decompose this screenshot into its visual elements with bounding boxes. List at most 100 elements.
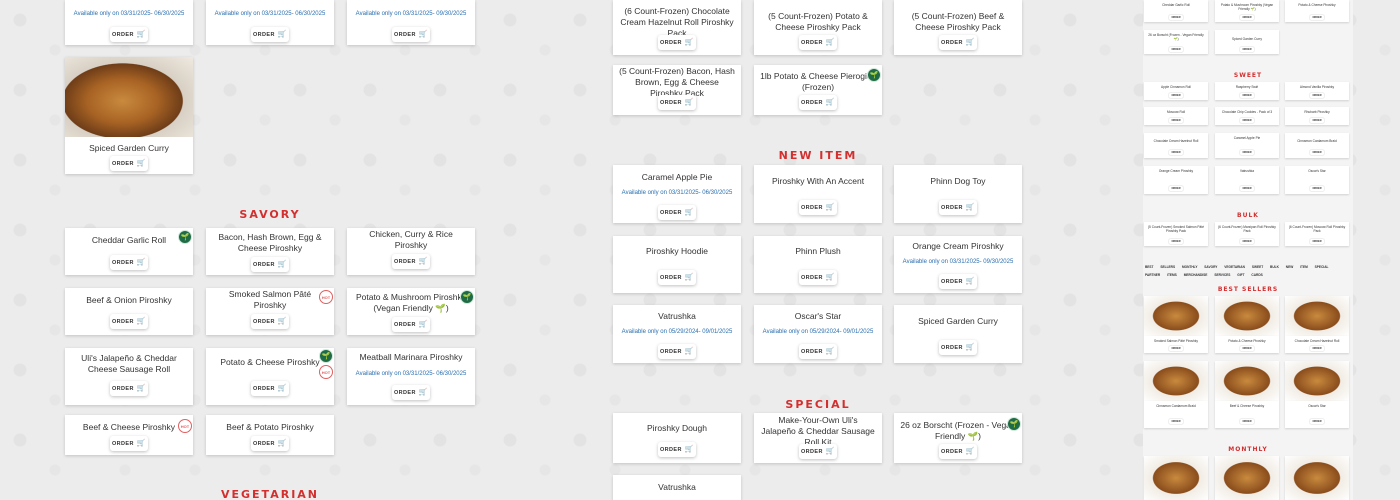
order-button[interactable]: ORDER 🛒 <box>939 444 977 459</box>
product-title[interactable]: Beef & Potato Piroshky <box>212 421 328 433</box>
product-title[interactable]: 26 oz Borscht (Frozen - Vegan Friendly 🌱… <box>900 419 1016 443</box>
product-title[interactable]: Vatrushka <box>619 310 735 322</box>
product-title[interactable]: Beef & Onion Piroshky <box>71 294 187 306</box>
mini-product-card[interactable]: Orange Cream Piroshky ORDER <box>1144 166 1208 194</box>
order-button[interactable]: ORDER 🛒 <box>799 344 837 359</box>
mini-product-card[interactable]: Cinnamon Cardamom Braid ORDER <box>1144 401 1208 428</box>
order-button[interactable]: ORDER 🛒 <box>799 35 837 50</box>
mini-product-card[interactable]: 26 oz Borscht (Frozen - Vegan Friendly 🌱… <box>1144 30 1208 54</box>
mini-product-image[interactable] <box>1144 361 1208 401</box>
order-button[interactable]: ORDER 🛒 <box>658 205 696 220</box>
product-title[interactable]: Oscar's Star <box>760 310 876 322</box>
mini-product-card[interactable]: Chocolate Cream Hazelnut Roll ORDER <box>1144 133 1208 158</box>
order-button[interactable]: ORDER 🛒 <box>110 27 148 42</box>
order-button[interactable]: ORDER 🛒 <box>392 385 430 400</box>
mini-product-card[interactable]: Raspberry Swirl ORDER <box>1215 82 1279 100</box>
mini-product-card[interactable]: Moscow Roll ORDER <box>1144 107 1208 125</box>
mini-product-image[interactable] <box>1144 456 1208 500</box>
product-title[interactable]: (6 Count-Frozen) Chocolate Cream Hazelnu… <box>619 6 735 38</box>
product-title[interactable]: Phinn Plush <box>760 245 876 257</box>
product-title[interactable]: Chicken, Curry & Rice Piroshky <box>353 229 469 250</box>
order-button[interactable]: ORDER 🛒 <box>799 444 837 459</box>
product-title[interactable]: (5 Count-Frozen) Potato & Cheese Piroshk… <box>760 10 876 34</box>
mini-product-card[interactable]: Spiced Garden Curry ORDER <box>1215 30 1279 54</box>
product-title[interactable]: Potato & Mushroom Piroshky (Vegan Friend… <box>353 291 469 315</box>
product-title[interactable]: Piroshky With An Accent <box>760 175 876 187</box>
mini-product-card[interactable]: Almond Vanilla Piroshky ORDER <box>1285 82 1349 100</box>
product-title[interactable]: Piroshky Hoodie <box>619 245 735 257</box>
mini-product-card[interactable]: Chocolate Cream Hazelnut Roll ORDER <box>1285 336 1349 353</box>
mini-product-card[interactable]: Apple Cinnamon Roll ORDER <box>1144 82 1208 100</box>
mini-product-card[interactable]: Smoked Salmon Pâté Piroshky ORDER <box>1144 336 1208 353</box>
order-button[interactable]: ORDER 🛒 <box>658 35 696 50</box>
order-button[interactable]: ORDER 🛒 <box>939 340 977 355</box>
mini-product-image[interactable] <box>1285 361 1349 401</box>
mini-product-card[interactable]: Potato & Cheese Piroshky ORDER <box>1285 0 1349 22</box>
product-title[interactable]: Make-Your-Own Uli's Jalapeño & Cheddar S… <box>760 415 876 447</box>
order-button[interactable]: ORDER 🛒 <box>939 35 977 50</box>
mini-product-image[interactable] <box>1285 456 1349 500</box>
product-title[interactable]: (5 Count-Frozen) Bacon, Hash Brown, Egg … <box>619 66 735 98</box>
order-button[interactable]: ORDER 🛒 <box>110 314 148 329</box>
mini-category-nav[interactable]: BEST SELLERS MONTHLY SAVORY VEGETARIAN S… <box>1145 263 1351 279</box>
product-title[interactable]: Spiced Garden Curry <box>900 315 1016 327</box>
order-button[interactable]: ORDER 🛒 <box>251 257 289 272</box>
product-title[interactable]: (5 Count-Frozen) Beef & Cheese Piroshky … <box>900 10 1016 34</box>
order-button[interactable]: ORDER 🛒 <box>251 314 289 329</box>
product-title[interactable]: Piroshky Dough <box>619 422 735 434</box>
order-button[interactable]: ORDER 🛒 <box>110 381 148 396</box>
mini-product-card[interactable]: Potato & Cheese Piroshky ORDER <box>1215 336 1279 353</box>
order-button[interactable]: ORDER 🛒 <box>392 317 430 332</box>
mini-product-card[interactable]: (6 Count-Frozen) Moscow Roll Piroshky Pa… <box>1285 222 1349 246</box>
product-image[interactable] <box>65 57 193 137</box>
product-card: Meatball Marinara Piroshky Available onl… <box>347 348 475 405</box>
mini-product-image[interactable] <box>1215 361 1279 401</box>
product-title[interactable]: Caramel Apple Pie <box>619 171 735 183</box>
product-title[interactable]: Phinn Dog Toy <box>900 175 1016 187</box>
mini-product-image[interactable] <box>1215 456 1279 500</box>
product-title[interactable]: Vatrushka <box>619 481 735 493</box>
order-button[interactable]: ORDER 🛒 <box>251 381 289 396</box>
mini-product-card[interactable]: Beef & Cheese Piroshky ORDER <box>1215 401 1279 428</box>
mini-product-image[interactable] <box>1144 296 1208 336</box>
mini-product-card[interactable]: Vatrushka ORDER <box>1215 166 1279 194</box>
mini-product-card[interactable]: Oscar's Star ORDER <box>1285 401 1349 428</box>
order-button[interactable]: ORDER 🛒 <box>799 270 837 285</box>
order-button[interactable]: ORDER 🛒 <box>251 436 289 451</box>
order-button[interactable]: ORDER 🛒 <box>658 270 696 285</box>
order-button[interactable]: ORDER 🛒 <box>799 200 837 215</box>
product-title[interactable]: Meatball Marinara Piroshky <box>353 351 469 363</box>
mini-product-image[interactable] <box>1215 296 1279 336</box>
product-title[interactable]: Orange Cream Piroshky <box>900 240 1016 252</box>
product-title[interactable]: Smoked Salmon Pâté Piroshky <box>212 289 328 310</box>
order-button[interactable]: ORDER 🛒 <box>658 344 696 359</box>
order-button[interactable]: ORDER 🛒 <box>110 255 148 270</box>
mini-product-card[interactable]: Caramel Apple Pie ORDER <box>1215 133 1279 158</box>
product-title[interactable]: Potato & Cheese Piroshky <box>212 356 328 368</box>
mini-product-card[interactable]: Cheddar Garlic Roll ORDER <box>1144 0 1208 22</box>
product-title[interactable]: Bacon, Hash Brown, Egg & Cheese Piroshky <box>212 231 328 255</box>
mini-product-card[interactable]: (5 Count-Frozen) Smoked Salmon Pâté Piro… <box>1144 222 1208 246</box>
product-title[interactable]: Spiced Garden Curry <box>71 142 187 154</box>
order-button[interactable]: ORDER 🛒 <box>251 27 289 42</box>
order-button[interactable]: ORDER 🛒 <box>110 436 148 451</box>
mini-product-card[interactable]: (6 Count-Frozen) Marzipan Roll Piroshky … <box>1215 222 1279 246</box>
product-title[interactable]: 1lb Potato & Cheese Pierogies (Frozen) <box>760 70 876 94</box>
order-button[interactable]: ORDER 🛒 <box>658 442 696 457</box>
order-button[interactable]: ORDER 🛒 <box>939 200 977 215</box>
mini-product-card[interactable]: Potato & Mushroom Piroshky (Vegan Friend… <box>1215 0 1279 22</box>
mini-product-card[interactable]: Oscar's Star ORDER <box>1285 166 1349 194</box>
mini-product-card[interactable]: Chocolate Chip Cookies - Pack of 3 ORDER <box>1215 107 1279 125</box>
mini-product-card[interactable]: Rhubarb Piroshky ORDER <box>1285 107 1349 125</box>
order-button[interactable]: ORDER 🛒 <box>939 274 977 289</box>
order-button[interactable]: ORDER 🛒 <box>392 27 430 42</box>
order-button[interactable]: ORDER 🛒 <box>392 254 430 269</box>
product-title[interactable]: Beef & Cheese Piroshky <box>71 421 187 433</box>
order-button[interactable]: ORDER 🛒 <box>799 95 837 110</box>
mini-product-image[interactable] <box>1285 296 1349 336</box>
mini-product-card[interactable]: Cinnamon Cardamom Braid ORDER <box>1285 133 1349 158</box>
product-title[interactable]: Uli's Jalapeño & Cheddar Cheese Sausage … <box>71 352 187 376</box>
order-button[interactable]: ORDER 🛒 <box>658 95 696 110</box>
order-button[interactable]: ORDER 🛒 <box>110 156 148 171</box>
product-title[interactable]: Cheddar Garlic Roll <box>71 234 187 246</box>
